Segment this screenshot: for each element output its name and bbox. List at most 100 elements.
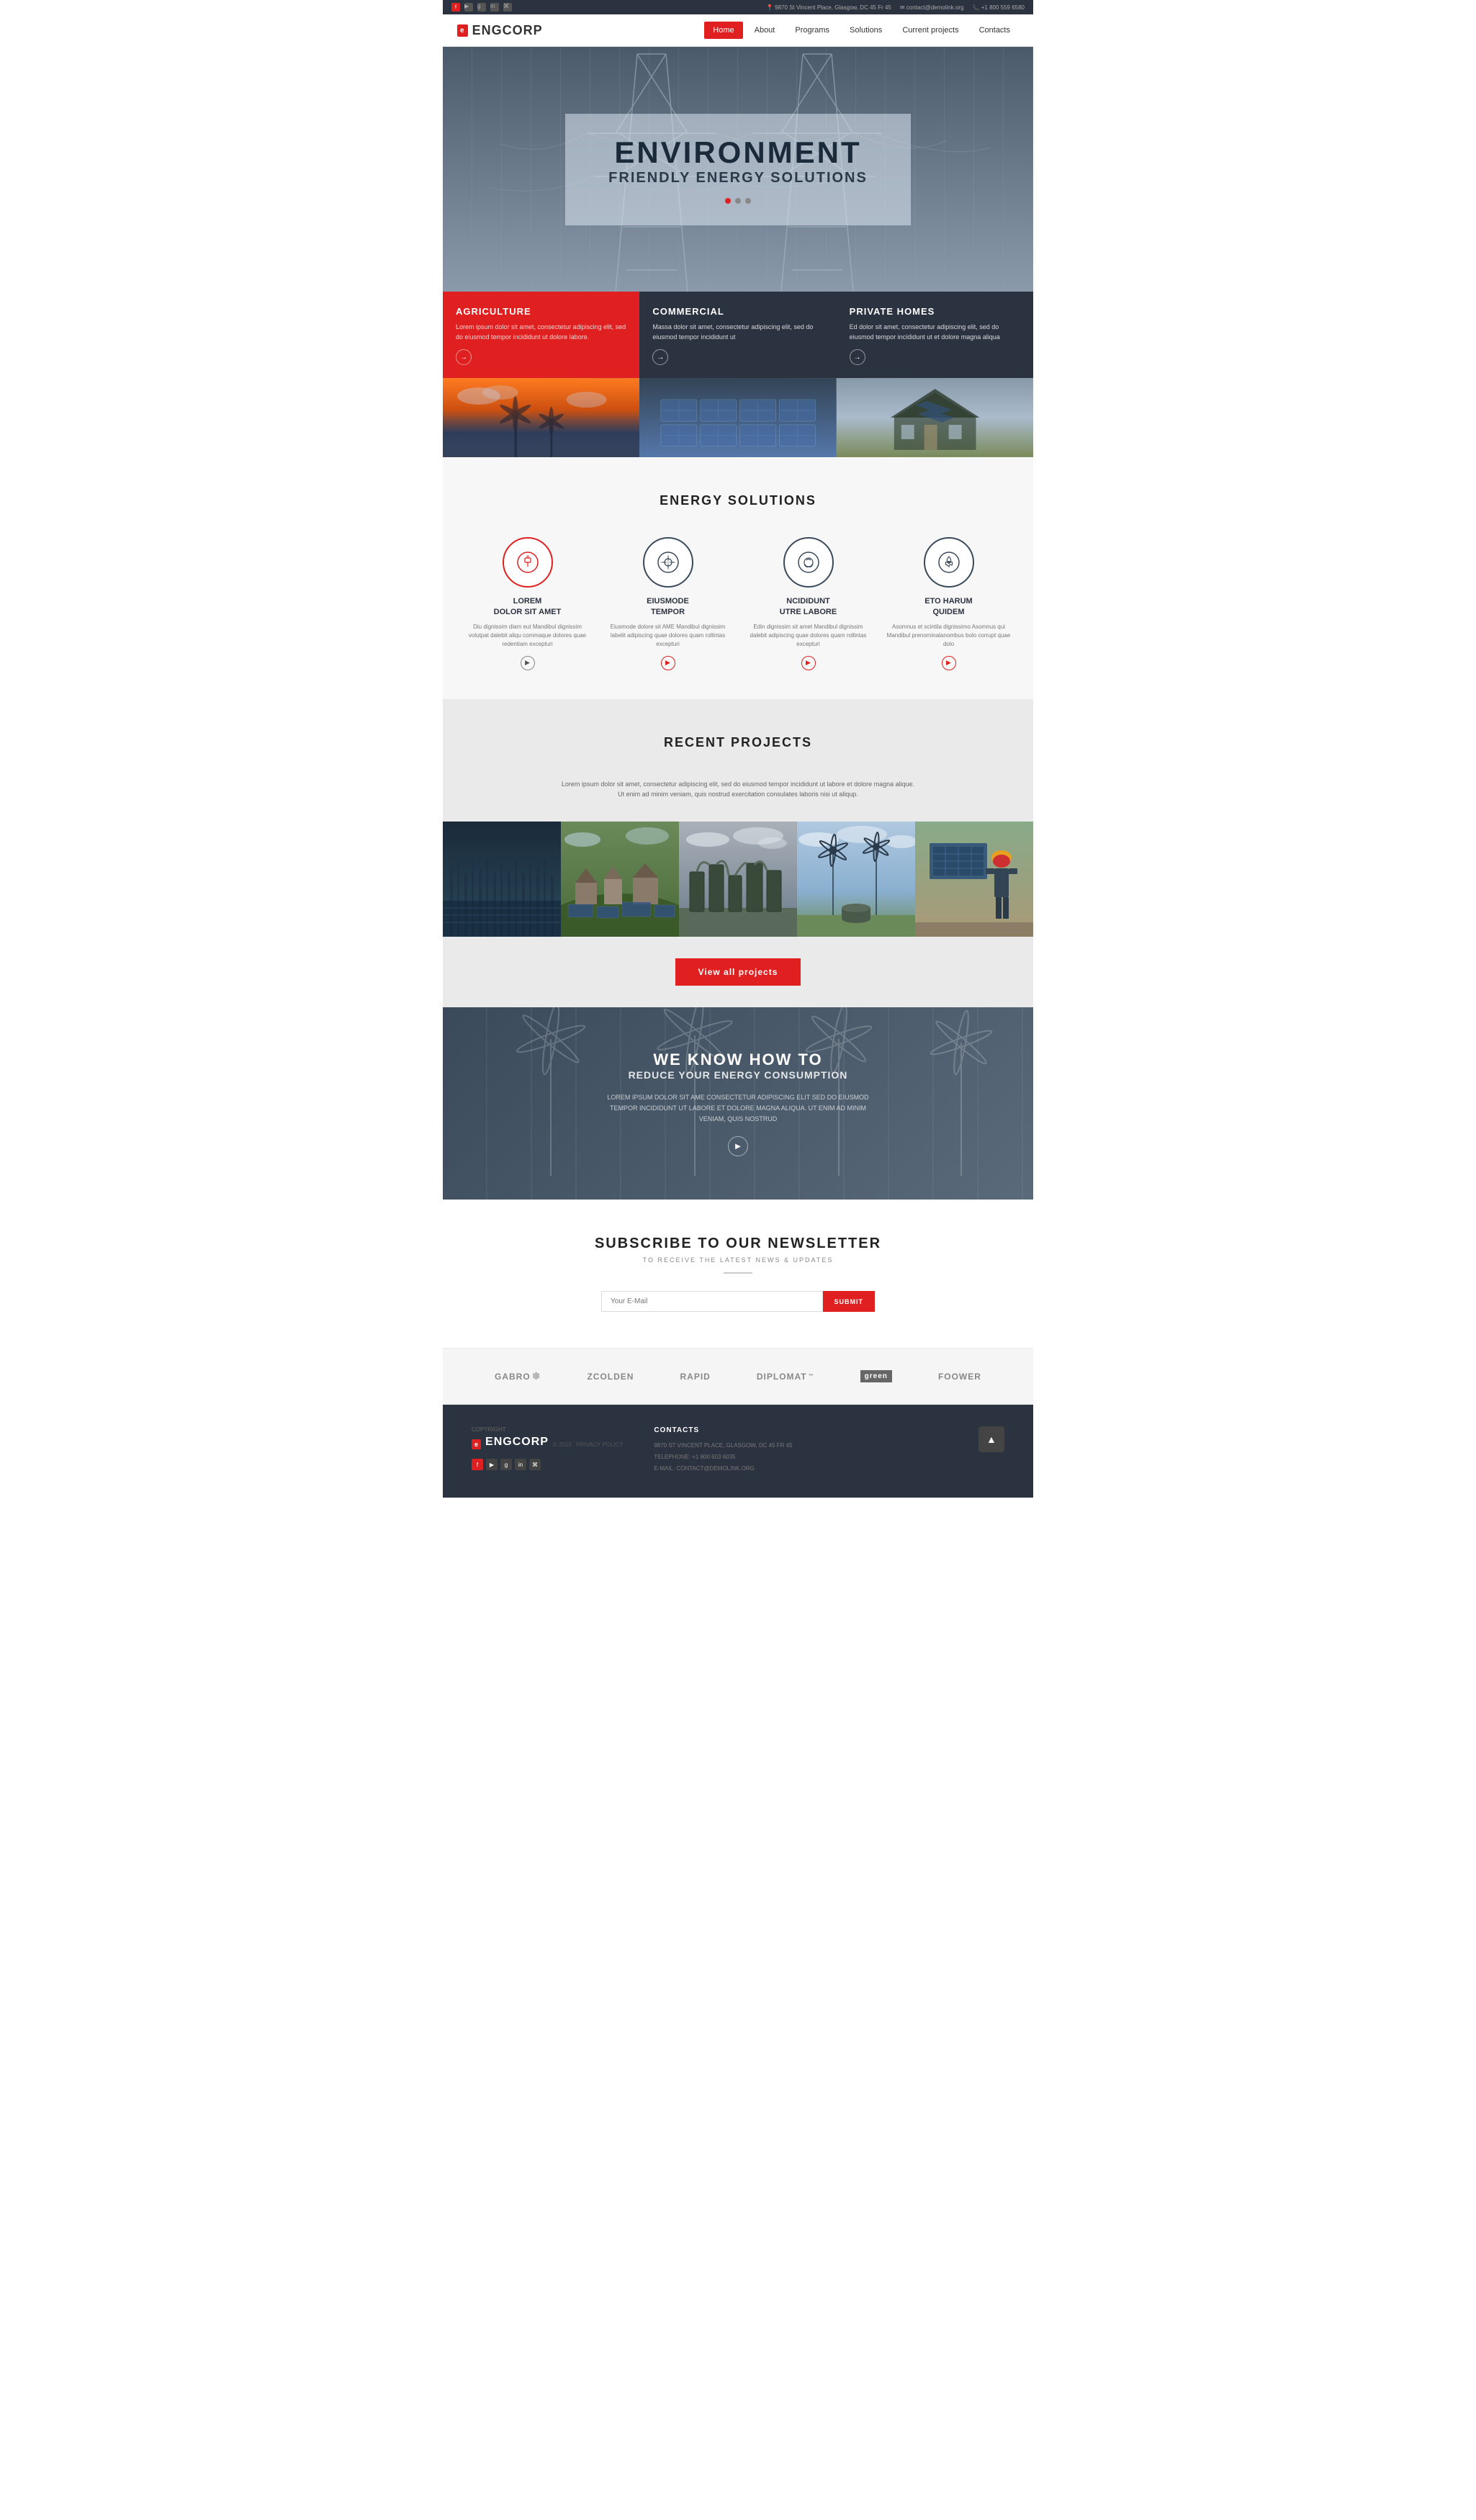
partner-logo-zcolden: ZCOLDEN (587, 1372, 634, 1382)
hero-title-main: ENVIRONMENT (608, 135, 868, 170)
top-bar-contact: 📍 9870 St Vincent Place, Glasgow, DC 45 … (766, 4, 1025, 11)
top-bar-email: ✉ contact@demolink.org (900, 4, 964, 11)
footer-copyright-label: COPYRIGHT (472, 1426, 639, 1433)
newsletter-divider (724, 1272, 752, 1274)
partner-logo-rapid: RAPID (680, 1372, 710, 1382)
logo-icon: e (457, 24, 468, 37)
top-bar-address: 📍 9870 St Vincent Place, Glasgow, DC 45 … (766, 4, 891, 11)
service-card-agriculture: AGRICULTURE Lorem ipsum dolor sit amet, … (443, 292, 639, 457)
projects-grid (443, 822, 1033, 937)
service-card-commercial-top: COMMERCIAL Massa dolor sit amet, consect… (639, 292, 836, 378)
newsletter-section: SUBSCRIBE TO OUR NEWSLETTER TO RECEIVE T… (443, 1200, 1033, 1348)
newsletter-form: SUBMIT (601, 1291, 875, 1312)
energy-solutions-title: ENERGY SOLUTIONS (464, 493, 1012, 508)
footer-contact-address: 9870 ST VINCENT PLACE, GLASGOW, DC 45 FR… (654, 1441, 822, 1450)
energy-item-2-title: EIUSMODETEMPOR (605, 596, 731, 618)
nav-current-projects[interactable]: Current projects (894, 22, 967, 39)
cta-description: LOREM IPSUM DOLOR SIT AME CONSECTETUR AD… (601, 1092, 875, 1125)
top-bar-phone: 📞 +1 800 559 6580 (973, 4, 1025, 11)
project-item-5[interactable] (915, 822, 1033, 937)
energy-item-2: EIUSMODETEMPOR Eiusmode dolore sit AME M… (605, 537, 731, 670)
energy-item-3-arrow[interactable]: ▶ (801, 656, 816, 670)
partner-logo-gabro: GABRO ❄ (495, 1370, 541, 1382)
service-card-private-homes-text: Ed dolor sit amet, consectetur adipiscin… (850, 323, 1020, 342)
footer-privacy-link[interactable]: PRIVACY POLICY (576, 1441, 624, 1448)
scroll-to-top-button[interactable]: ▲ (978, 1426, 1004, 1452)
service-card-commercial: COMMERCIAL Massa dolor sit amet, consect… (639, 292, 836, 457)
energy-item-1-text: Diu dignissim diam eut Mandibul dignissi… (464, 623, 590, 649)
social-icon-in[interactable]: in (490, 3, 499, 12)
footer-social-links: f ▶ g in ⌘ (472, 1459, 639, 1470)
logo[interactable]: e ENGCORP (457, 23, 543, 38)
footer-logo-icon: e (472, 1439, 481, 1449)
newsletter-title: SUBSCRIBE TO OUR NEWSLETTER (464, 1236, 1012, 1252)
service-card-private-homes-image (837, 378, 1033, 457)
hero-dot-1[interactable] (725, 198, 731, 204)
project-item-3[interactable] (679, 822, 797, 937)
view-all-projects-button[interactable]: View all projects (675, 958, 801, 986)
hero-dot-3[interactable] (745, 198, 751, 204)
service-card-private-homes-top: PRIVATE HOMES Ed dolor sit amet, consect… (837, 292, 1033, 378)
project-item-4[interactable] (797, 822, 915, 937)
energy-item-2-arrow[interactable]: ▶ (661, 656, 675, 670)
newsletter-subtitle: TO RECEIVE THE LATEST NEWS & UPDATES (464, 1256, 1012, 1264)
social-icon-fb[interactable]: f (451, 3, 460, 12)
service-card-private-homes: PRIVATE HOMES Ed dolor sit amet, consect… (837, 292, 1033, 457)
energy-item-1-title: LOREMDOLOR SIT AMET (464, 596, 590, 618)
footer-social-fb[interactable]: f (472, 1459, 483, 1470)
recent-projects-header: RECENT PROJECTS Lorem ipsum dolor sit am… (443, 735, 1033, 822)
footer-logo-text: ENGCORP (485, 1436, 549, 1449)
logo-text: ENGCORP (472, 23, 543, 38)
energy-icon-1 (503, 537, 553, 588)
social-icon-rss[interactable]: ⌘ (503, 3, 512, 12)
service-card-commercial-text: Massa dolor sit amet, consectetur adipis… (652, 323, 823, 342)
energy-item-1-arrow[interactable]: ▶ (521, 656, 535, 670)
newsletter-submit-button[interactable]: SUBMIT (823, 1291, 876, 1312)
hero-section: ENVIRONMENT FRIENDLY ENERGY SOLUTIONS (443, 47, 1033, 292)
footer-social-rss[interactable]: ⌘ (529, 1459, 541, 1470)
recent-projects-section: RECENT PROJECTS Lorem ipsum dolor sit am… (443, 699, 1033, 1007)
service-card-agriculture-top: AGRICULTURE Lorem ipsum dolor sit amet, … (443, 292, 639, 378)
hero-dot-2[interactable] (735, 198, 741, 204)
nav-programs[interactable]: Programs (786, 22, 838, 39)
energy-item-4-arrow[interactable]: ▶ (942, 656, 956, 670)
recent-projects-title: RECENT PROJECTS (464, 735, 1012, 750)
footer-year: © 2015 (553, 1441, 572, 1448)
energy-item-4: ETO HARUMQUIDEM Asomnus et scintila dign… (886, 537, 1012, 670)
services-section: AGRICULTURE Lorem ipsum dolor sit amet, … (443, 292, 1033, 457)
view-all-wrapper: View all projects (443, 937, 1033, 1007)
energy-item-4-title: ETO HARUMQUIDEM (886, 596, 1012, 618)
footer-contacts-section: CONTACTS 9870 ST VINCENT PLACE, GLASGOW,… (654, 1426, 822, 1476)
nav-home[interactable]: Home (704, 22, 742, 39)
service-card-commercial-arrow[interactable]: → (652, 349, 668, 365)
nav-about[interactable]: About (746, 22, 784, 39)
footer-social-yt[interactable]: ▶ (486, 1459, 498, 1470)
main-nav: Home About Programs Solutions Current pr… (704, 22, 1019, 39)
footer-logo-section: COPYRIGHT e ENGCORP © 2015 PRIVACY POLIC… (472, 1426, 639, 1470)
energy-item-3-title: NCIDIDUNTUTRE LABORE (745, 596, 871, 618)
header: e ENGCORP Home About Programs Solutions … (443, 14, 1033, 47)
footer-scroll-section: ▲ (837, 1426, 1004, 1452)
newsletter-email-input[interactable] (601, 1291, 823, 1312)
nav-solutions[interactable]: Solutions (841, 22, 891, 39)
social-icon-gp[interactable]: g (477, 3, 486, 12)
hero-title-sub: FRIENDLY ENERGY SOLUTIONS (608, 170, 868, 186)
energy-item-3-text: Edin dignissim sit amet Mandibul digniss… (745, 623, 871, 649)
project-item-2[interactable] (561, 822, 679, 937)
footer-social-in[interactable]: in (515, 1459, 526, 1470)
energy-item-4-text: Asomnus et scintila dignissimo Asomnus q… (886, 623, 1012, 649)
nav-contacts[interactable]: Contacts (971, 22, 1019, 39)
social-icon-yt[interactable]: ▶ (464, 3, 473, 12)
cta-section: WE KNOW HOW TO REDUCE YOUR ENERGY CONSUM… (443, 1007, 1033, 1200)
top-bar-social: f ▶ g in ⌘ (451, 3, 512, 12)
project-item-1[interactable] (443, 822, 561, 937)
service-card-commercial-title: COMMERCIAL (652, 306, 823, 317)
service-card-agriculture-arrow[interactable]: → (456, 349, 472, 365)
partner-logo-foower: FOOWER (938, 1372, 981, 1382)
footer-social-gp[interactable]: g (500, 1459, 512, 1470)
footer-contact-email: E-MAIL: CONTACT@DEMOLINK.ORG (654, 1464, 822, 1473)
hero-content: ENVIRONMENT FRIENDLY ENERGY SOLUTIONS (565, 114, 911, 225)
footer-section: COPYRIGHT e ENGCORP © 2015 PRIVACY POLIC… (443, 1405, 1033, 1498)
service-card-private-homes-arrow[interactable]: → (850, 349, 865, 365)
recent-projects-description: Lorem ipsum dolor sit amet, consectetur … (558, 779, 918, 800)
